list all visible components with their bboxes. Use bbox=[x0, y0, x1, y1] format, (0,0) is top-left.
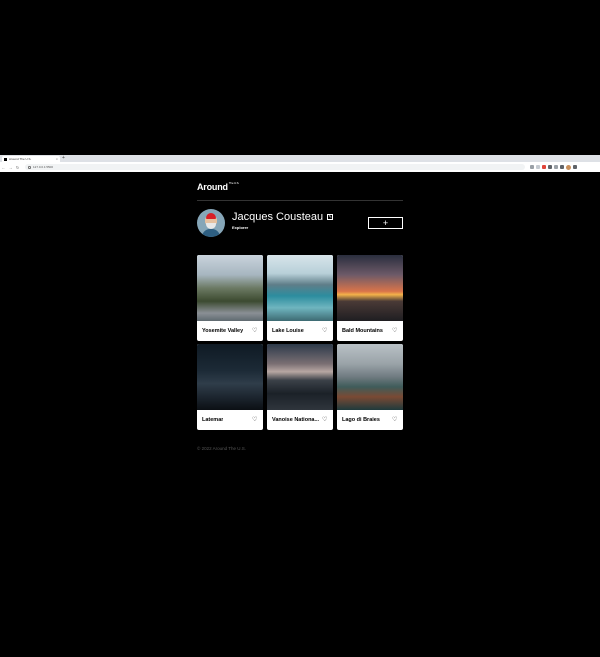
address-bar[interactable]: 127.0.0.1:5500 bbox=[25, 164, 525, 170]
like-button[interactable]: ♡ bbox=[252, 328, 258, 334]
pencil-icon: ✎ bbox=[328, 214, 332, 219]
place-card: Vanoise Nationa... ♡ bbox=[267, 344, 333, 430]
logo-superscript: The U.S. bbox=[228, 181, 240, 185]
place-card: Bald Mountains ♡ bbox=[337, 255, 403, 341]
menu-icon[interactable] bbox=[573, 165, 577, 169]
place-card: Yosemite Valley ♡ bbox=[197, 255, 263, 341]
profile-section: Jacques Cousteau ✎ Explorer + bbox=[197, 209, 403, 255]
profile-avatar-icon[interactable] bbox=[566, 164, 571, 170]
logo: AroundThe U.S. bbox=[197, 181, 240, 192]
profile-name: Jacques Cousteau bbox=[232, 211, 324, 223]
heart-icon: ♡ bbox=[392, 417, 398, 423]
like-button[interactable]: ♡ bbox=[322, 417, 328, 423]
place-card: Latemar ♡ bbox=[197, 344, 263, 430]
like-button[interactable]: ♡ bbox=[392, 417, 398, 423]
share-icon[interactable] bbox=[530, 165, 534, 169]
reload-icon[interactable]: ↻ bbox=[14, 165, 21, 170]
tab-close-icon[interactable]: × bbox=[56, 157, 60, 161]
browser-window-chrome: Around The U.S. × + ← → ↻ 127.0.0.1:5500 bbox=[0, 155, 600, 172]
extensions-area bbox=[530, 164, 577, 170]
new-tab-button[interactable]: + bbox=[62, 155, 65, 162]
site-footer: © 2022 Around The U.S. bbox=[197, 446, 403, 451]
url-text: 127.0.0.1:5500 bbox=[33, 165, 54, 169]
extension-icon[interactable] bbox=[542, 165, 546, 169]
profile-info: Jacques Cousteau ✎ Explorer bbox=[232, 211, 334, 230]
page-content: AroundThe U.S. Jacques Cousteau ✎ Explor… bbox=[197, 172, 403, 451]
logo-text: Around bbox=[197, 182, 228, 192]
edit-profile-button[interactable]: ✎ bbox=[327, 214, 334, 220]
card-title: Yosemite Valley bbox=[202, 328, 244, 334]
site-header: AroundThe U.S. bbox=[197, 172, 403, 201]
profile-role: Explorer bbox=[232, 225, 249, 230]
card-title: Latemar bbox=[202, 417, 224, 423]
tab-strip: Around The U.S. × + bbox=[0, 155, 600, 162]
card-image[interactable] bbox=[197, 344, 263, 410]
heart-icon: ♡ bbox=[392, 328, 398, 334]
extension-icon[interactable] bbox=[554, 165, 558, 169]
card-title: Lago di Braies bbox=[342, 417, 380, 423]
place-card: Lake Louise ♡ bbox=[267, 255, 333, 341]
place-card: Lago di Braies ♡ bbox=[337, 344, 403, 430]
add-card-button[interactable]: + bbox=[368, 217, 403, 229]
heart-icon: ♡ bbox=[252, 417, 258, 423]
card-image[interactable] bbox=[337, 255, 403, 321]
like-button[interactable]: ♡ bbox=[322, 328, 328, 334]
heart-icon: ♡ bbox=[322, 417, 328, 423]
card-image[interactable] bbox=[337, 344, 403, 410]
back-icon[interactable]: ← bbox=[0, 165, 7, 170]
heart-icon: ♡ bbox=[252, 328, 258, 334]
card-image[interactable] bbox=[267, 344, 333, 410]
favicon-icon bbox=[4, 157, 7, 161]
cards-grid: Yosemite Valley ♡ Lake Louise ♡ Bald Mou… bbox=[197, 255, 403, 430]
site-info-icon[interactable] bbox=[28, 165, 31, 169]
card-image[interactable] bbox=[197, 255, 263, 321]
tab-title: Around The U.S. bbox=[9, 157, 32, 161]
bookmark-icon[interactable] bbox=[536, 165, 540, 169]
card-title: Lake Louise bbox=[272, 328, 304, 334]
card-title: Vanoise Nationa... bbox=[272, 417, 320, 423]
extension-icon[interactable] bbox=[548, 165, 552, 169]
copyright-text: © 2022 Around The U.S. bbox=[197, 446, 247, 451]
heart-icon: ♡ bbox=[322, 328, 328, 334]
card-title: Bald Mountains bbox=[342, 328, 383, 334]
puzzle-icon[interactable] bbox=[560, 165, 564, 169]
like-button[interactable]: ♡ bbox=[392, 328, 398, 334]
like-button[interactable]: ♡ bbox=[252, 417, 258, 423]
avatar[interactable] bbox=[197, 209, 225, 237]
forward-icon[interactable]: → bbox=[7, 165, 14, 170]
card-image[interactable] bbox=[267, 255, 333, 321]
browser-toolbar: ← → ↻ 127.0.0.1:5500 bbox=[0, 162, 600, 172]
